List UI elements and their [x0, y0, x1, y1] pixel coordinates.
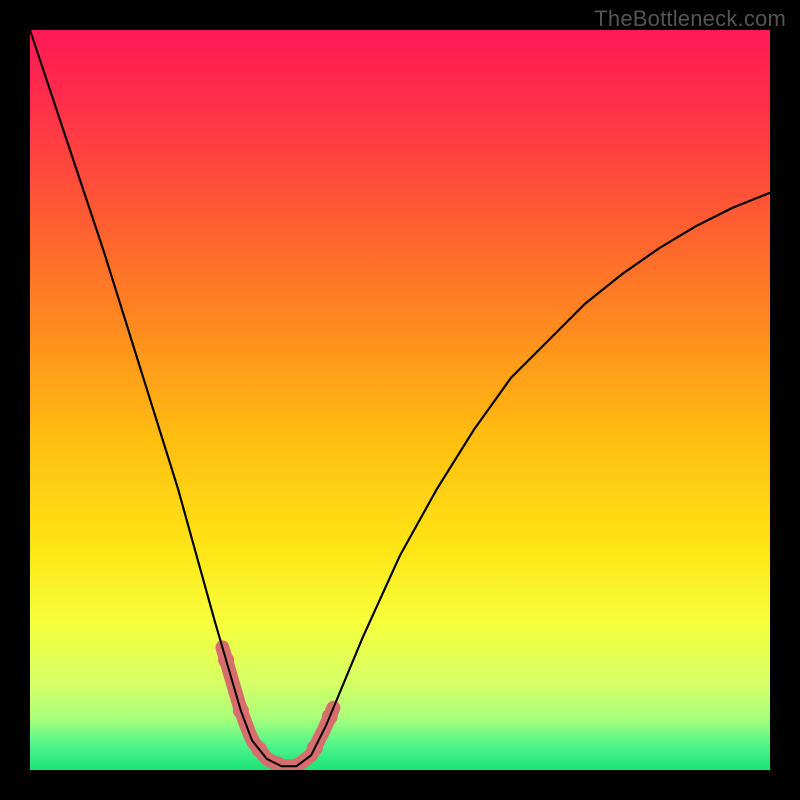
- highlighted-segment: [218, 647, 338, 770]
- watermark-text: TheBottleneck.com: [594, 6, 786, 32]
- chart-frame: TheBottleneck.com: [0, 0, 800, 800]
- plot-area: [30, 30, 770, 770]
- bottleneck-curve: [30, 30, 770, 770]
